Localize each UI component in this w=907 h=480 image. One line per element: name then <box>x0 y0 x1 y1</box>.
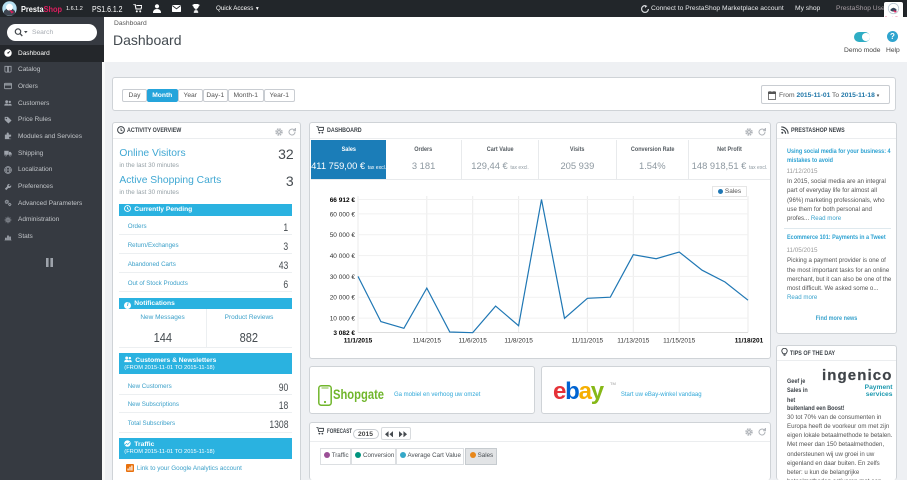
svg-text:11/18/201: 11/18/201 <box>735 338 764 345</box>
svg-text:11/11/2015: 11/11/2015 <box>572 338 604 345</box>
svg-text:40 000 €: 40 000 € <box>330 253 356 260</box>
svg-text:11/4/2015: 11/4/2015 <box>413 338 442 345</box>
svg-text:60 000 €: 60 000 € <box>330 211 356 218</box>
svg-text:50 000 €: 50 000 € <box>330 232 356 239</box>
svg-text:11/8/2015: 11/8/2015 <box>504 338 533 345</box>
svg-text:11/1/2015: 11/1/2015 <box>344 338 373 345</box>
svg-text:3 082 €: 3 082 € <box>333 330 355 337</box>
svg-text:10 000 €: 10 000 € <box>330 316 356 323</box>
svg-text:66 912 €: 66 912 € <box>330 197 356 204</box>
svg-text:11/13/2015: 11/13/2015 <box>617 338 649 345</box>
svg-text:20 000 €: 20 000 € <box>330 295 356 302</box>
svg-text:11/6/2015: 11/6/2015 <box>458 338 487 345</box>
svg-text:11/15/2015: 11/15/2015 <box>663 338 695 345</box>
svg-text:30 000 €: 30 000 € <box>330 274 356 281</box>
